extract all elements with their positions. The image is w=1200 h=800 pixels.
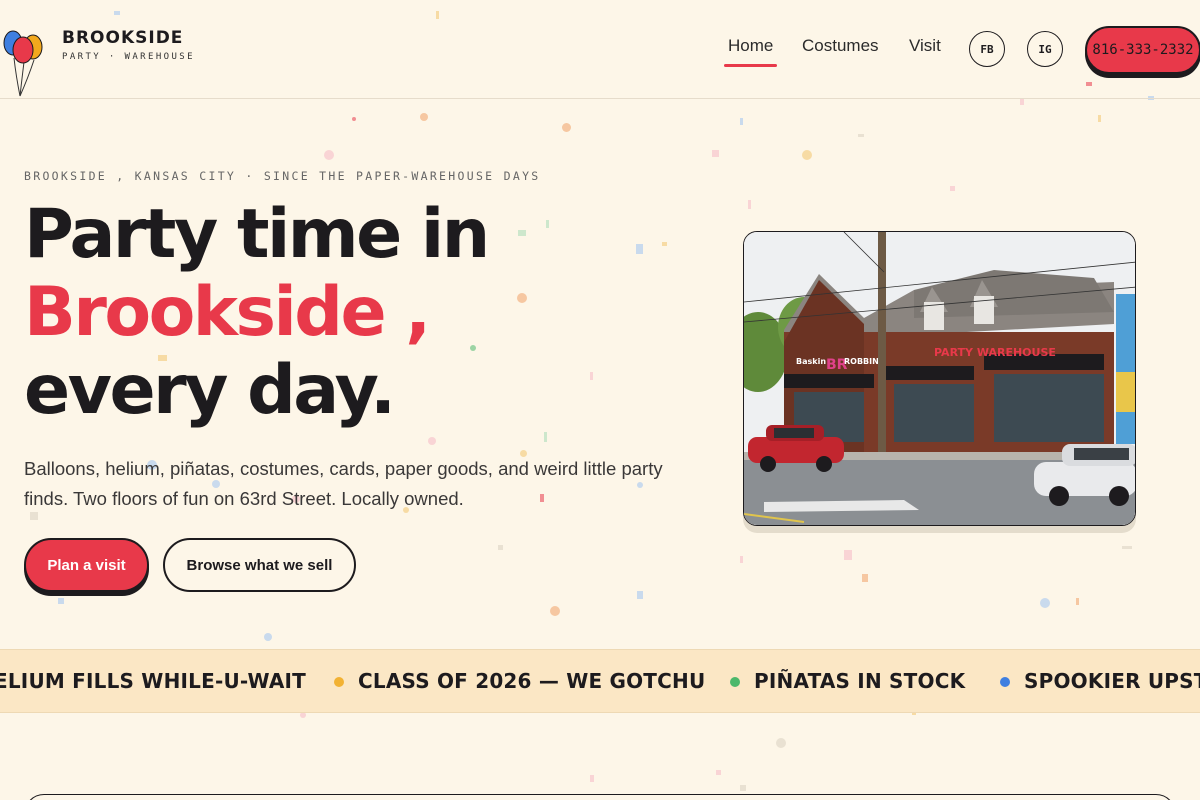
confetti-piece	[1098, 115, 1101, 122]
confetti-piece	[517, 293, 527, 303]
headline-line-1: Party time in	[24, 195, 490, 274]
storefront-photo: Baskin BR ROBBINS PARTY WAREHOUSE	[743, 231, 1136, 526]
confetti-piece	[590, 775, 594, 782]
confetti-piece	[740, 118, 743, 125]
ticker-item: CLASS OF 2026 — WE GOTCHU	[358, 669, 706, 693]
confetti-piece	[550, 606, 560, 616]
headline-accent: Brookside ,	[24, 273, 431, 352]
next-section-card	[24, 794, 1176, 800]
site-header: BROOKSIDE PARTY · WAREHOUSE Home Costume…	[0, 0, 1200, 99]
ticker-item: SPOOKIER UPSTA	[1024, 669, 1200, 693]
ticker-dot	[1000, 677, 1010, 687]
confetti-piece	[546, 220, 549, 228]
confetti-piece	[324, 150, 334, 160]
confetti-piece	[740, 785, 746, 791]
facebook-icon[interactable]: FB	[969, 31, 1005, 67]
phone-call-button[interactable]: 816-333-2332	[1085, 26, 1200, 74]
storefront-image: Baskin BR ROBBINS PARTY WAREHOUSE	[744, 232, 1135, 525]
confetti-piece	[662, 242, 667, 246]
hero-headline: Party time in Brookside , every day.	[24, 195, 490, 430]
nav-visit[interactable]: Visit	[909, 36, 941, 56]
headline-line-3: every day.	[24, 351, 396, 430]
confetti-piece	[1040, 598, 1050, 608]
instagram-icon[interactable]: IG	[1027, 31, 1063, 67]
confetti-piece	[862, 574, 868, 582]
confetti-piece	[858, 134, 864, 137]
ticker-dot	[334, 677, 344, 687]
confetti-piece	[740, 556, 743, 563]
ticker-item: ELIUM FILLS WHILE-U-WAIT	[0, 669, 307, 693]
confetti-piece	[1076, 598, 1079, 605]
confetti-piece	[712, 150, 719, 157]
nav-home[interactable]: Home	[723, 36, 778, 67]
confetti-piece	[776, 738, 786, 748]
hero-lede: Balloons, helium, piñatas, costumes, car…	[24, 458, 663, 509]
confetti-piece	[518, 230, 526, 236]
ticker-dot	[730, 677, 740, 687]
confetti-piece	[544, 432, 547, 442]
confetti-piece	[498, 545, 503, 550]
confetti-piece	[748, 200, 751, 209]
browse-products-button[interactable]: Browse what we sell	[163, 538, 356, 592]
confetti-piece	[590, 372, 593, 380]
confetti-piece	[562, 123, 571, 132]
sign-party-warehouse: PARTY WAREHOUSE	[934, 346, 1056, 359]
hero-eyebrow: BROOKSIDE , KANSAS CITY · SINCE THE PAPE…	[24, 169, 541, 183]
main-nav: Home Costumes Visit	[0, 36, 1200, 67]
confetti-piece	[716, 770, 721, 775]
nav-costumes[interactable]: Costumes	[802, 36, 879, 56]
confetti-piece	[420, 113, 428, 121]
confetti-piece	[1122, 546, 1132, 549]
confetti-piece	[352, 117, 356, 121]
ticker-item: PIÑATAS IN STOCK	[754, 669, 966, 693]
confetti-piece	[637, 591, 643, 599]
plan-visit-button[interactable]: Plan a visit	[24, 538, 149, 592]
confetti-piece	[802, 150, 812, 160]
confetti-piece	[636, 244, 643, 254]
confetti-piece	[428, 437, 436, 445]
confetti-piece	[264, 633, 272, 641]
confetti-piece	[844, 550, 852, 560]
announcement-ticker: ELIUM FILLS WHILE-U-WAIT CLASS OF 2026 —…	[0, 649, 1200, 713]
confetti-piece	[1020, 98, 1024, 105]
sign-baskin: Baskin	[796, 357, 826, 366]
confetti-piece	[950, 186, 955, 191]
confetti-piece	[58, 598, 64, 604]
